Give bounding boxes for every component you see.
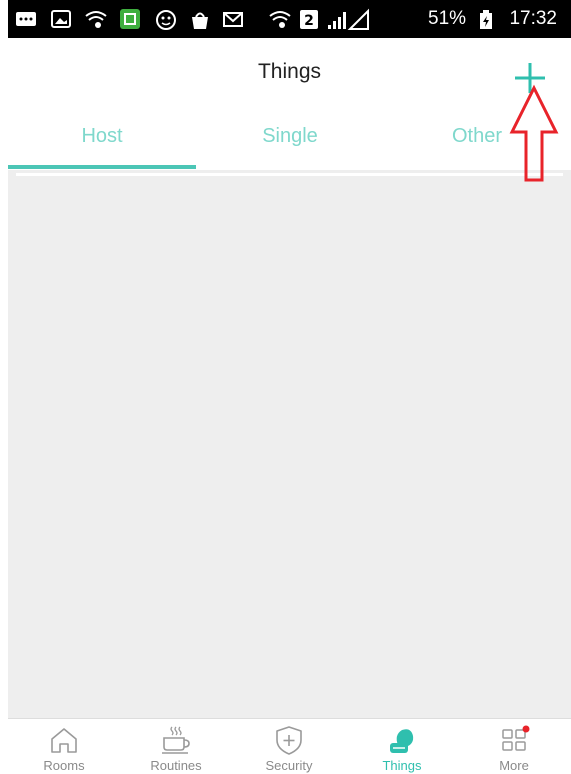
grid-icon — [502, 725, 530, 751]
nav-label: More — [499, 758, 529, 773]
things-list-area — [8, 170, 571, 718]
bottom-navigation: Rooms Routines Security Things More — [8, 718, 571, 774]
shield-plus-icon — [276, 726, 302, 755]
tab-label: Single — [262, 125, 318, 147]
image-icon — [51, 10, 71, 28]
nav-rooms[interactable]: Rooms — [8, 719, 120, 774]
nav-security[interactable]: Security — [233, 719, 345, 774]
status-bar: 2 51% 17:32 — [8, 0, 571, 38]
clock: 17:32 — [509, 8, 557, 29]
nav-label: Things — [382, 758, 422, 773]
page-title: Things — [257, 60, 322, 83]
battery-icon — [480, 10, 492, 29]
face-icon — [156, 10, 176, 30]
svg-text:2: 2 — [304, 13, 314, 29]
tab-bar: Host Single Other — [8, 110, 571, 170]
sim-icon: 2 — [300, 10, 318, 29]
tab-label: Host — [81, 125, 123, 147]
up-arrow-icon — [509, 84, 559, 182]
app-header: Things — [8, 38, 571, 110]
nav-routines[interactable]: Routines — [120, 719, 232, 774]
message-icon — [16, 12, 36, 26]
app-screen: 2 51% 17:32 Things Host Single Other Roo… — [0, 0, 571, 774]
nav-label: Routines — [150, 758, 202, 773]
tab-host[interactable]: Host — [8, 110, 196, 170]
house-icon — [51, 728, 77, 753]
mail-icon — [223, 12, 243, 27]
coffee-cup-icon — [162, 726, 190, 754]
nav-more[interactable]: More — [458, 719, 570, 774]
status-icons: 2 — [16, 8, 369, 30]
nav-label: Rooms — [43, 758, 85, 773]
nav-things[interactable]: Things — [346, 719, 458, 774]
divider — [16, 173, 563, 176]
wifi-icon — [85, 11, 107, 28]
tab-label: Other — [451, 125, 503, 147]
tab-single[interactable]: Single — [196, 110, 384, 170]
bag-icon — [192, 12, 208, 29]
things-icon — [390, 729, 414, 753]
battery-percentage: 51% — [428, 8, 467, 29]
nav-label: Security — [265, 758, 313, 773]
notification-badge — [522, 725, 530, 733]
app-icon — [120, 9, 140, 29]
active-tab-indicator — [8, 165, 196, 169]
signal-icon — [328, 8, 369, 30]
wifi-icon — [269, 11, 291, 28]
